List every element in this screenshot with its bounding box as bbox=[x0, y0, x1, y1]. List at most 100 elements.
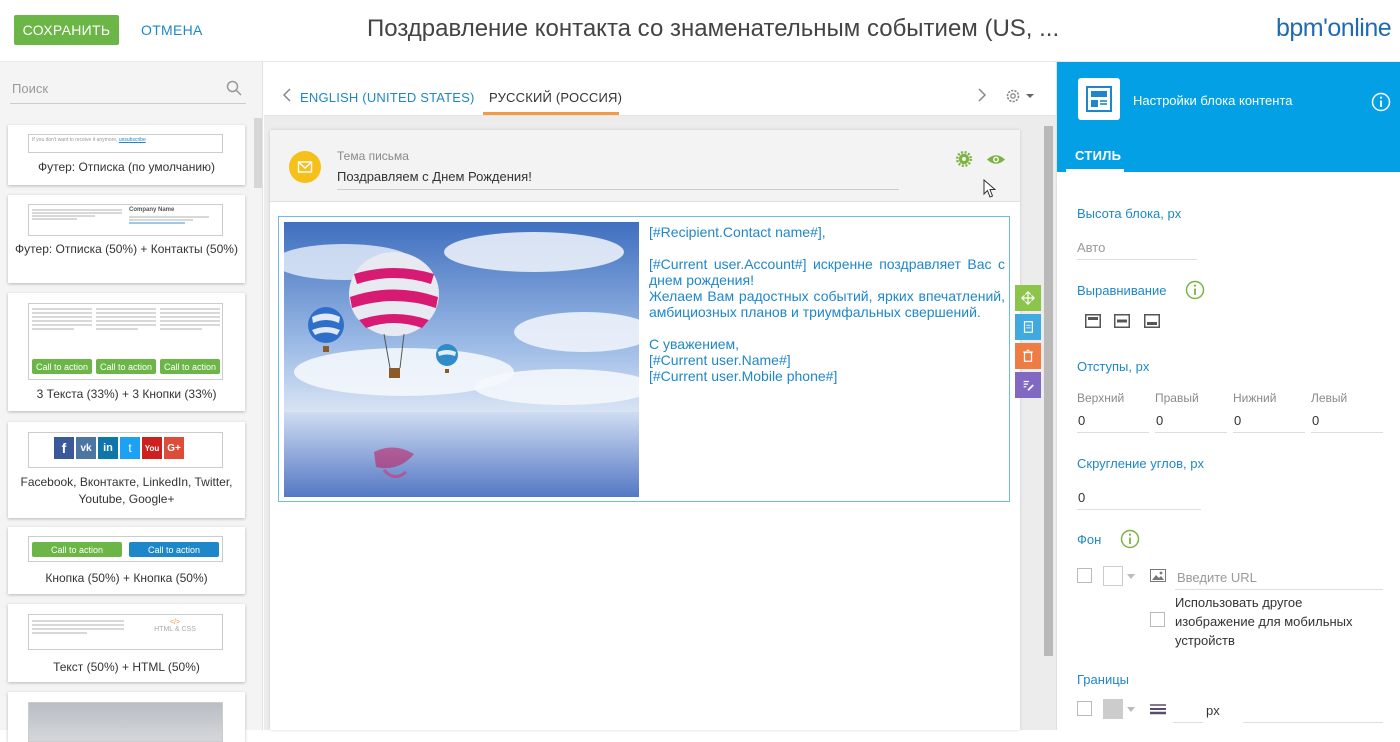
block-thumbnail: Company Name bbox=[28, 204, 223, 236]
block-tile[interactable]: Call to action Call to action Кнопка (50… bbox=[8, 527, 245, 594]
input-underline bbox=[1077, 509, 1201, 510]
eye-icon[interactable] bbox=[986, 153, 1006, 166]
subject-section: Тема письма Поздравляем с Днем Рождения! bbox=[270, 130, 1020, 202]
info-icon[interactable] bbox=[1120, 529, 1140, 549]
edit-block-button[interactable] bbox=[1015, 372, 1041, 398]
content-block-icon bbox=[1078, 78, 1120, 120]
message-text[interactable]: [#Recipient.Contact name#], [#Current us… bbox=[649, 224, 1005, 384]
corner-radius-input[interactable]: 0 bbox=[1078, 490, 1085, 505]
block-thumbnail: If you don't want to receive it anymore,… bbox=[28, 134, 223, 153]
block-tile-label: Кнопка (50%) + Кнопка (50%) bbox=[45, 571, 208, 585]
padding-bottom-label: Нижний bbox=[1233, 391, 1277, 405]
block-tile[interactable]: f vk in t You G+ Facebook, Вконтакте, Li… bbox=[8, 422, 245, 518]
twitter-icon: t bbox=[120, 437, 140, 459]
edit-icon bbox=[1023, 380, 1034, 391]
chevron-down-icon[interactable] bbox=[1127, 707, 1135, 712]
subject-label: Тема письма bbox=[337, 149, 409, 163]
borders-checkbox[interactable] bbox=[1077, 701, 1092, 716]
gear-dropdown-icon[interactable] bbox=[1004, 87, 1038, 105]
chevron-down-icon[interactable] bbox=[1127, 574, 1135, 579]
background-url-input[interactable]: Введите URL bbox=[1177, 570, 1257, 585]
message-line: [#Current user.Mobile phone#] bbox=[649, 368, 838, 384]
background-color-picker[interactable] bbox=[1103, 566, 1123, 586]
message-line: [#Recipient.Contact name#], bbox=[649, 224, 826, 240]
code-icon: </> bbox=[169, 619, 181, 626]
block-tile-label: Текст (50%) + HTML (50%) bbox=[53, 660, 200, 674]
block-tile[interactable] bbox=[8, 692, 245, 742]
tab-english[interactable]: ENGLISH (UNITED STATES) bbox=[300, 90, 475, 105]
email-canvas: Тема письма Поздравляем с Днем Рождения! bbox=[270, 130, 1041, 730]
block-tile[interactable]: If you don't want to receive it anymore,… bbox=[8, 125, 245, 185]
block-settings-panel: Настройки блока контента СТИЛЬ Высота бл… bbox=[1056, 62, 1400, 730]
top-bar: СОХРАНИТЬ ОТМЕНА Поздравление контакта с… bbox=[0, 0, 1400, 62]
block-thumbnail: Call to action Call to action bbox=[28, 536, 223, 562]
padding-top-input[interactable]: 0 bbox=[1078, 413, 1085, 428]
settings-title: Настройки блока контента bbox=[1133, 93, 1293, 108]
thumb-link: unsubscribe bbox=[118, 137, 146, 143]
align-top-icon[interactable] bbox=[1085, 314, 1101, 328]
language-tabs: ENGLISH (UNITED STATES) РУССКИЙ (РОССИЯ) bbox=[264, 62, 1056, 116]
background-checkbox[interactable] bbox=[1077, 568, 1092, 583]
thumb-text: If you don't want to receive it anymore, bbox=[32, 137, 118, 143]
align-bottom-icon[interactable] bbox=[1144, 314, 1160, 328]
border-color-picker[interactable] bbox=[1103, 699, 1123, 719]
message-line: Желаем Вам радостных событий, ярких впеч… bbox=[649, 288, 1005, 320]
chevron-left-icon[interactable] bbox=[281, 88, 293, 102]
chevron-right-icon[interactable] bbox=[976, 88, 988, 102]
search-input[interactable]: Поиск bbox=[12, 81, 48, 96]
trash-icon bbox=[1023, 349, 1033, 362]
padding-left-label: Левый bbox=[1311, 391, 1348, 405]
content-blocks-panel: Поиск If you don't want to receive it an… bbox=[0, 62, 263, 742]
copy-block-button[interactable] bbox=[1015, 314, 1041, 340]
tab-style[interactable]: СТИЛЬ bbox=[1075, 148, 1121, 163]
mobile-image-checkbox[interactable] bbox=[1150, 612, 1165, 627]
delete-block-button[interactable] bbox=[1015, 343, 1041, 369]
block-thumbnail: f vk in t You G+ bbox=[28, 432, 223, 468]
move-icon bbox=[1021, 291, 1035, 305]
editor-scrollbar[interactable] bbox=[1044, 126, 1053, 656]
block-thumbnail: </> HTML & CSS bbox=[28, 614, 223, 650]
info-icon[interactable] bbox=[1371, 92, 1391, 112]
block-tile[interactable]: Call to action Call to action Call to ac… bbox=[8, 293, 245, 411]
block-tile[interactable]: </> HTML & CSS Текст (50%) + HTML (50%) bbox=[8, 604, 245, 682]
padding-left-input[interactable]: 0 bbox=[1312, 413, 1319, 428]
align-middle-icon[interactable] bbox=[1114, 314, 1130, 328]
copy-icon bbox=[1023, 321, 1033, 333]
search-box[interactable]: Поиск bbox=[10, 76, 246, 104]
subject-underline bbox=[337, 189, 899, 190]
search-icon[interactable] bbox=[226, 80, 242, 96]
message-line: [#Current user.Name#] bbox=[649, 352, 791, 368]
border-width-input[interactable] bbox=[1173, 722, 1203, 723]
tab-russian[interactable]: РУССКИЙ (РОССИЯ) bbox=[489, 90, 622, 105]
vkontakte-icon: vk bbox=[76, 437, 96, 459]
input-underline bbox=[1311, 432, 1383, 433]
input-underline bbox=[1077, 259, 1197, 260]
message-line: [#Current user.Account#] искренне поздра… bbox=[649, 256, 1005, 288]
block-height-input[interactable]: Авто bbox=[1077, 240, 1105, 255]
padding-bottom-input[interactable]: 0 bbox=[1234, 413, 1241, 428]
image-icon bbox=[1150, 569, 1166, 582]
save-button[interactable]: СОХРАНИТЬ bbox=[14, 15, 119, 45]
padding-right-input[interactable]: 0 bbox=[1156, 413, 1163, 428]
balloons-image[interactable] bbox=[284, 222, 639, 497]
youtube-icon: You bbox=[142, 437, 162, 459]
info-icon[interactable] bbox=[1185, 280, 1205, 300]
gear-icon[interactable] bbox=[956, 151, 972, 167]
facebook-icon: f bbox=[54, 437, 74, 459]
content-block[interactable]: [#Recipient.Contact name#], [#Current us… bbox=[278, 216, 1010, 502]
page-title: Поздравление контакта со знаменательным … bbox=[367, 15, 1060, 42]
block-tile[interactable]: Company Name Футер: Отписка (50%) + Конт… bbox=[8, 195, 245, 283]
background-label: Фон bbox=[1077, 532, 1102, 547]
email-editor: ENGLISH (UNITED STATES) РУССКИЙ (РОССИЯ)… bbox=[264, 62, 1056, 730]
cancel-button[interactable]: ОТМЕНА bbox=[141, 22, 203, 38]
block-tile-label: Футер: Отписка (50%) + Контакты (50%) bbox=[15, 242, 238, 256]
alignment-label: Выравнивание bbox=[1077, 283, 1167, 298]
subject-input[interactable]: Поздравляем с Днем Рождения! bbox=[337, 169, 532, 184]
settings-header: Настройки блока контента СТИЛЬ bbox=[1057, 62, 1400, 172]
input-underline bbox=[1175, 589, 1383, 590]
sidebar-scrollbar[interactable] bbox=[254, 118, 262, 188]
thumb-cta-button: Call to action bbox=[32, 359, 92, 374]
border-style-icon[interactable] bbox=[1150, 703, 1166, 715]
mouse-cursor-icon bbox=[983, 179, 997, 198]
move-block-button[interactable] bbox=[1015, 285, 1041, 311]
